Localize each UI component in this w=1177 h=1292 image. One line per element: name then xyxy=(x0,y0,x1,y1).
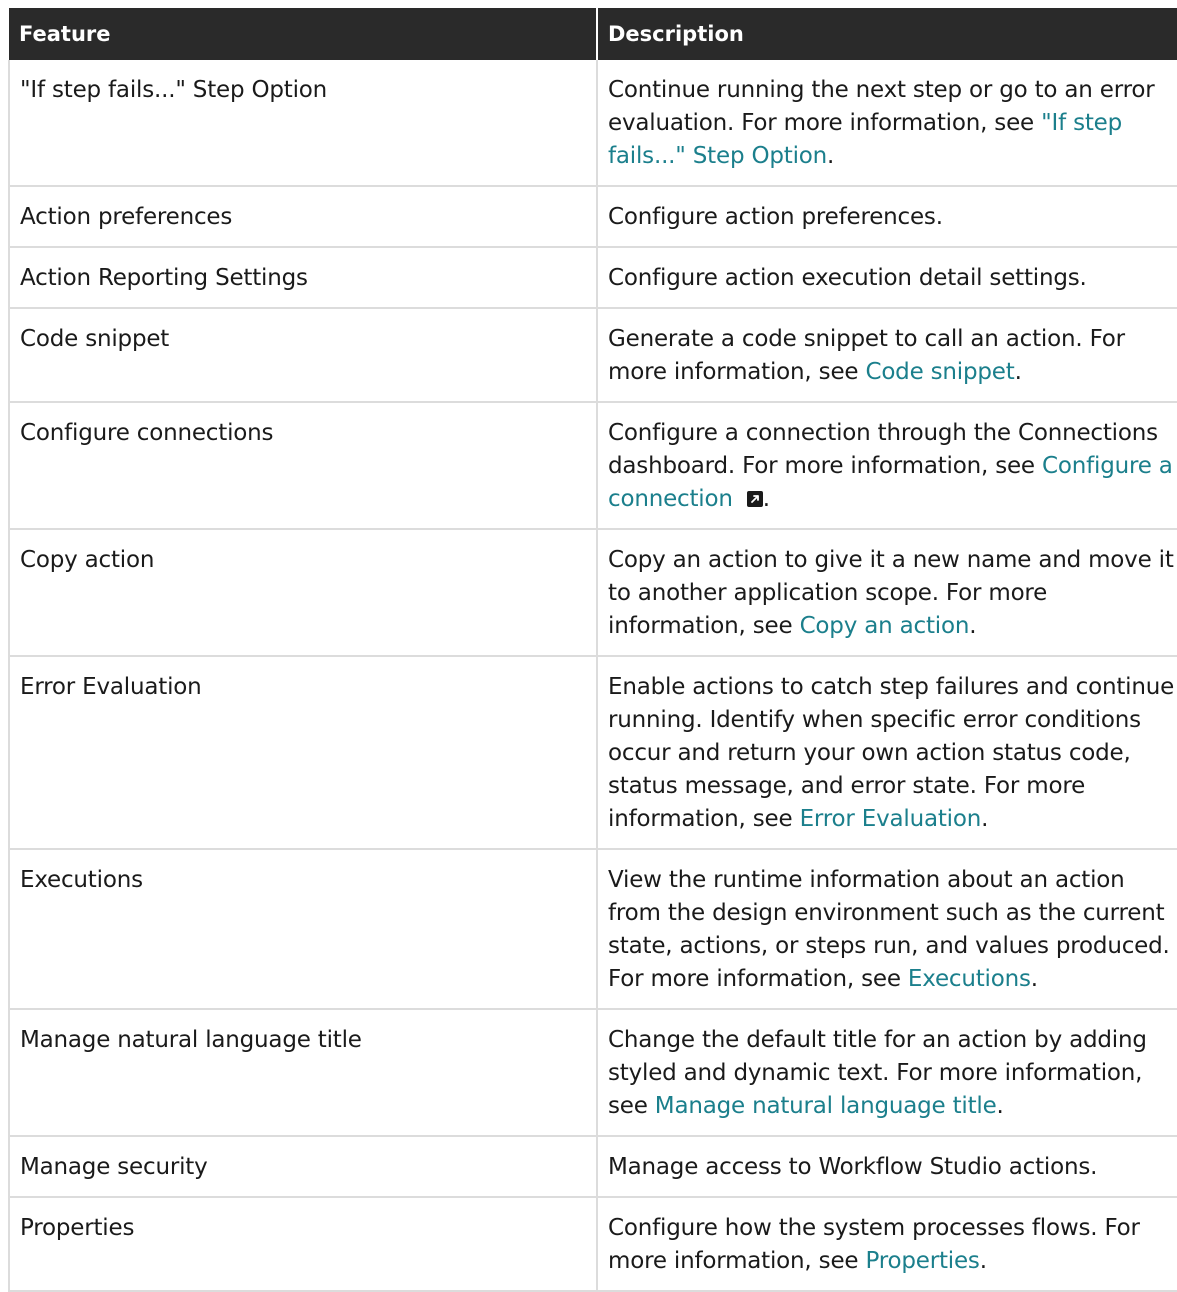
description-cell: Manage access to Workflow Studio actions… xyxy=(596,1136,1177,1198)
description-link[interactable]: Error Evaluation xyxy=(800,806,982,832)
header-description: Description xyxy=(597,8,1177,60)
description-suffix: . xyxy=(981,806,989,832)
description-suffix: . xyxy=(979,1248,987,1274)
feature-cell: Properties xyxy=(8,1197,598,1292)
description-cell: View the runtime information about an ac… xyxy=(596,849,1177,1010)
external-link-icon[interactable] xyxy=(746,491,763,507)
description-link[interactable]: Properties xyxy=(865,1248,979,1274)
description-cell: Change the default title for an action b… xyxy=(596,1009,1177,1137)
description-suffix: . xyxy=(1014,359,1022,385)
feature-cell: Error Evaluation xyxy=(8,656,598,850)
description-suffix: . xyxy=(996,1093,1004,1119)
description-cell: Enable actions to catch step failures an… xyxy=(596,656,1177,850)
table-row: Action Reporting Settings Configure acti… xyxy=(8,247,1177,309)
description-text: Configure action execution detail settin… xyxy=(608,265,1087,291)
feature-cell: Executions xyxy=(8,849,598,1010)
feature-table: Feature Description "If step fails..." S… xyxy=(8,8,1177,1292)
feature-cell: Configure connections xyxy=(8,402,598,530)
description-cell: Configure a connection through the Conne… xyxy=(596,402,1177,530)
description-cell: Continue running the next step or go to … xyxy=(596,60,1177,187)
description-link[interactable]: Manage natural language title xyxy=(655,1093,997,1119)
table-row: Configure connections Configure a connec… xyxy=(8,402,1177,530)
description-text: Configure action preferences. xyxy=(608,204,943,230)
table-row: Properties Configure how the system proc… xyxy=(8,1197,1177,1292)
description-link[interactable]: Copy an action xyxy=(800,613,970,639)
description-link[interactable]: Code snippet xyxy=(865,359,1014,385)
description-suffix: . xyxy=(969,613,977,639)
feature-table-container: Feature Description "If step fails..." S… xyxy=(8,8,1177,1292)
feature-cell: "If step fails..." Step Option xyxy=(8,60,598,187)
description-cell: Generate a code snippet to call an actio… xyxy=(596,308,1177,403)
feature-cell: Manage security xyxy=(8,1136,598,1198)
description-suffix: . xyxy=(827,143,835,169)
table-row: Manage natural language title Change the… xyxy=(8,1009,1177,1137)
description-text: Manage access to Workflow Studio actions… xyxy=(608,1154,1098,1180)
description-cell: Configure action execution detail settin… xyxy=(596,247,1177,309)
header-row: Feature Description xyxy=(9,8,1177,60)
description-cell: Configure how the system processes flows… xyxy=(596,1197,1177,1292)
table-row: Copy action Copy an action to give it a … xyxy=(8,529,1177,657)
header-feature: Feature xyxy=(9,8,598,60)
table-row: Manage security Manage access to Workflo… xyxy=(8,1136,1177,1198)
feature-cell: Action Reporting Settings xyxy=(8,247,598,309)
table-row: Executions View the runtime information … xyxy=(8,849,1177,1010)
description-suffix: . xyxy=(1030,966,1038,992)
table-body: "If step fails..." Step Option Continue … xyxy=(8,60,1177,1292)
table-row: "If step fails..." Step Option Continue … xyxy=(8,60,1177,187)
table-row: Error Evaluation Enable actions to catch… xyxy=(8,656,1177,850)
feature-cell: Action preferences xyxy=(8,186,598,248)
description-cell: Copy an action to give it a new name and… xyxy=(596,529,1177,657)
description-suffix: . xyxy=(762,486,770,512)
description-text: View the runtime information about an ac… xyxy=(608,867,1170,992)
table-header: Feature Description xyxy=(9,8,1177,60)
feature-cell: Code snippet xyxy=(8,308,598,403)
table-row: Code snippet Generate a code snippet to … xyxy=(8,308,1177,403)
description-cell: Configure action preferences. xyxy=(596,186,1177,248)
description-link[interactable]: Executions xyxy=(908,966,1031,992)
table-row: Action preferences Configure action pref… xyxy=(8,186,1177,248)
feature-cell: Copy action xyxy=(8,529,598,657)
feature-cell: Manage natural language title xyxy=(8,1009,598,1137)
